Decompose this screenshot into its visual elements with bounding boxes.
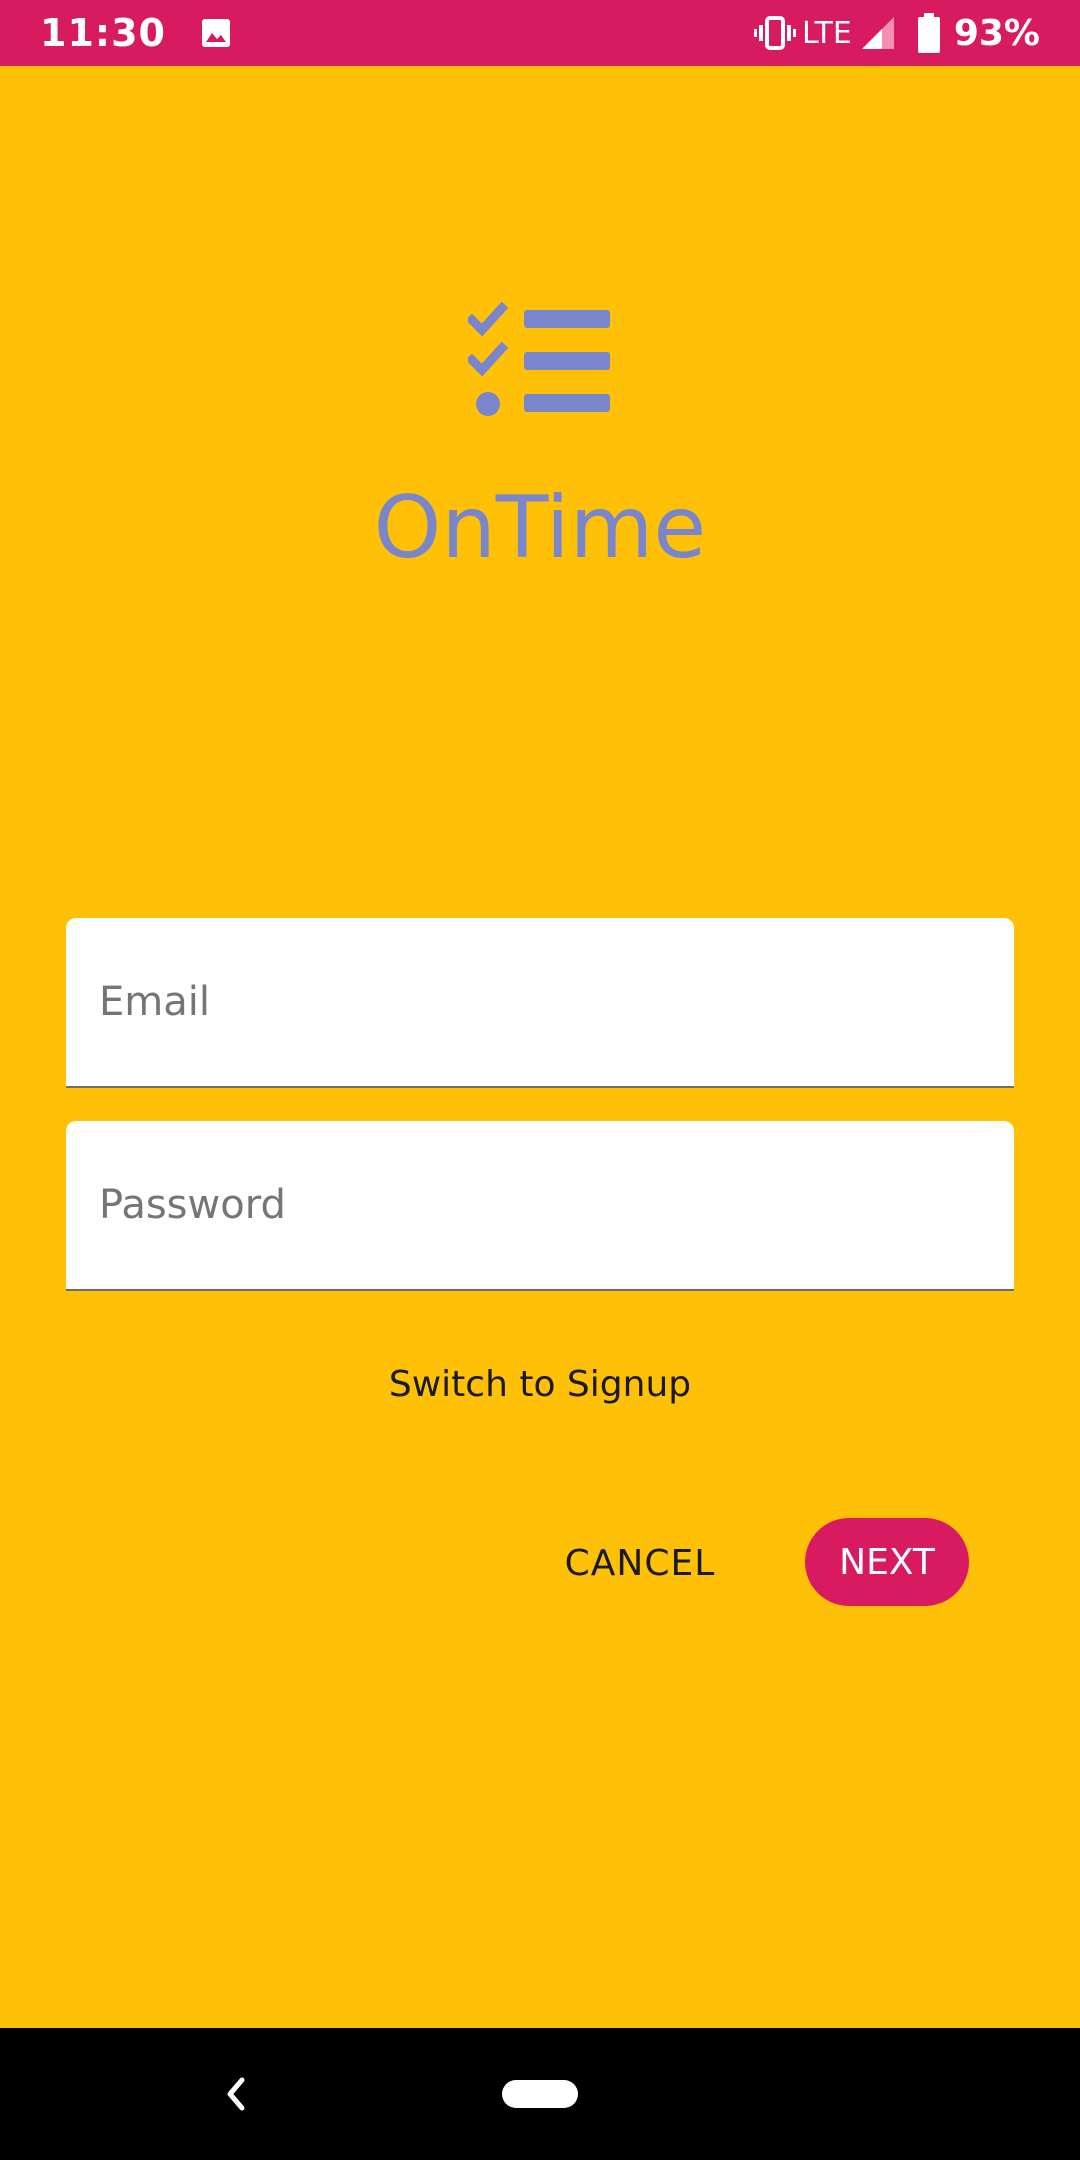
back-icon[interactable] [218,2070,252,2118]
app-title: OnTime [373,478,707,578]
password-input[interactable] [66,1121,1014,1289]
email-input[interactable] [66,918,1014,1086]
home-pill[interactable] [502,2080,578,2108]
network-type: LTE [801,15,852,51]
email-field-container [66,918,1014,1088]
status-right-group: LTE 93% [753,12,1040,54]
battery-level: 93% [953,12,1040,54]
status-bar: 11:30 LTE 93% [0,0,1080,66]
signal-icon [860,15,896,51]
login-screen: 11:30 LTE 93% OnTime Email Switch to Sig… [0,0,1080,2160]
battery-icon [917,13,940,53]
switch-to-signup-link[interactable]: Switch to Signup [0,1360,1080,1410]
cancel-button[interactable]: CANCEL [540,1518,740,1608]
status-time: 11:30 [40,11,166,55]
navigation-bar [0,2028,1080,2160]
password-field-container [66,1121,1014,1291]
next-button[interactable]: NEXT [805,1518,969,1606]
vibrate-icon [753,15,796,51]
checklist-icon [465,298,612,418]
photo-icon [200,17,232,49]
